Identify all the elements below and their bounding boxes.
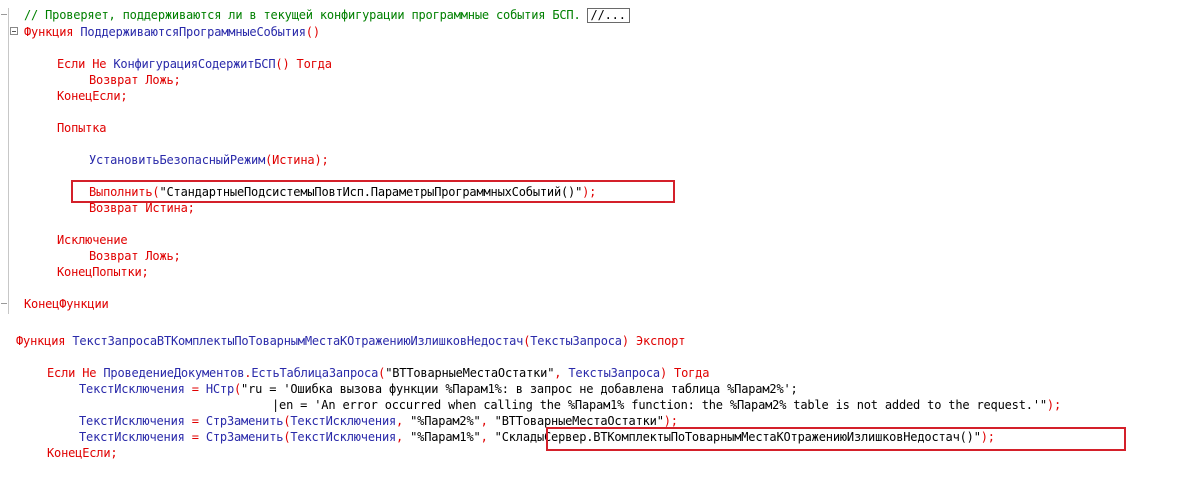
semicolon: ; [110,446,118,460]
replace-call: СтрЗаменить [205,414,284,428]
nstr-string-line-1: "ru = 'Ошибка вызова функции %Парам1%: в… [241,382,798,396]
semicolon: ; [120,89,128,103]
code-editor-top-panel[interactable]: // Проверяет, поддерживаются ли в текуще… [0,0,1191,318]
semicolon: ; [173,249,181,263]
literal-true: Истина [272,153,315,167]
comment-text: // Проверяет, поддерживаются ли в текуще… [24,8,581,22]
code-line-endtry[interactable]: КонецПопытки; [57,265,149,280]
fold-gutter-tick [1,303,7,304]
keyword-return: Возврат [89,249,139,263]
keyword-endfunction: КонецФункции [24,297,109,311]
if-call: КонфигурацияСодержитБСП [113,57,276,71]
keyword-endif: КонецЕсли [57,89,121,103]
if-arg-var: ТекстыЗапроса [568,366,660,380]
highlight-box-execute [71,180,675,203]
literal-false: Ложь [145,73,174,87]
fold-collapse-icon[interactable] [10,27,18,35]
semicolon: ; [173,73,181,87]
fold-gutter-tick [1,14,7,15]
parens: () [305,25,320,39]
code-line-if-2[interactable]: Если Не ПроведениеДокументов.ЕстьТаблица… [47,366,709,381]
code-line-endfunction[interactable]: КонецФункции [24,297,109,312]
function-name: ПоддерживаютсяПрограммныеСобытия [80,25,306,39]
replace-arg-string: "ВТТоварныеМестаОстатки" [494,414,664,428]
exception-var: ТекстИсключения [290,430,397,444]
code-line-function-header-2[interactable]: Функция ТекстЗапросаВТКомплектыПоТоварны… [16,334,685,349]
nstr-call: НСтр [205,382,234,396]
keyword-export: Экспорт [635,334,686,348]
code-line-return-false-2[interactable]: Возврат Ложь; [89,249,181,264]
code-line-try[interactable]: Попытка [57,121,106,136]
code-line-endif-2[interactable]: КонецЕсли; [47,446,118,461]
replace-arg-string: "%Парам1%" [410,430,481,444]
exception-var: ТекстИсключения [79,382,185,396]
semicolon: ; [187,201,195,215]
code-line-nstr-1[interactable]: ТекстИсключения = НСтр("ru = 'Ошибка выз… [79,382,798,397]
keyword-return: Возврат [89,73,139,87]
code-line-nstr-2[interactable]: |en = 'An error occurred when calling th… [272,398,1061,413]
function-param: ТекстыЗапроса [530,334,622,348]
keyword-if: Если [57,57,86,71]
exception-var: ТекстИсключения [79,414,185,428]
keyword-function: Функция [24,25,74,39]
code-line-function-header[interactable]: Функция ПоддерживаютсяПрограммныеСобытия… [24,25,320,40]
collapsed-region-marker[interactable]: //... [586,8,630,23]
function-name: ТекстЗапросаВТКомплектыПоТоварнымМестаКО… [72,334,524,348]
keyword-not: Не [82,366,97,380]
safe-mode-call: УстановитьБезопасныйРежим [89,153,266,167]
code-line-endif[interactable]: КонецЕсли; [57,89,128,104]
keyword-function: Функция [16,334,66,348]
if-arg-string: "ВТТоварныеМестаОстатки" [385,366,555,380]
code-line-safe-mode[interactable]: УстановитьБезопасныйРежим(Истина); [89,153,329,168]
literal-false: Ложь [145,249,174,263]
code-line-return-false[interactable]: Возврат Ложь; [89,73,181,88]
parens: () [275,57,290,71]
if-method: ЕстьТаблицаЗапроса [251,366,379,380]
exception-var: ТекстИсключения [79,430,185,444]
keyword-return: Возврат [89,201,139,215]
keyword-not: Не [92,57,107,71]
code-line-except[interactable]: Исключение [57,233,128,248]
keyword-try: Попытка [57,121,107,135]
keyword-except: Исключение [57,233,128,247]
literal-true: Истина [145,201,188,215]
replace-call: СтрЗаменить [205,430,284,444]
keyword-then: Тогда [296,57,332,71]
replace-arg-string: "%Парам2%" [410,414,481,428]
keyword-if: Если [47,366,76,380]
keyword-then: Тогда [674,366,710,380]
code-line-return-true[interactable]: Возврат Истина; [89,201,195,216]
exception-var: ТекстИсключения [290,414,397,428]
nstr-string-line-2: |en = 'An error occurred when calling th… [272,398,1047,412]
highlight-box-replace [546,427,1126,451]
semicolon: ; [141,265,149,279]
code-line-comment[interactable]: // Проверяет, поддерживаются ли в текуще… [24,8,630,23]
keyword-endtry: КонецПопытки [57,265,142,279]
keyword-endif: КонецЕсли [47,446,111,460]
fold-gutter-line [8,8,9,314]
if-module: ПроведениеДокументов [103,366,245,380]
code-line-if[interactable]: Если Не КонфигурацияСодержитБСП() Тогда [57,57,332,72]
